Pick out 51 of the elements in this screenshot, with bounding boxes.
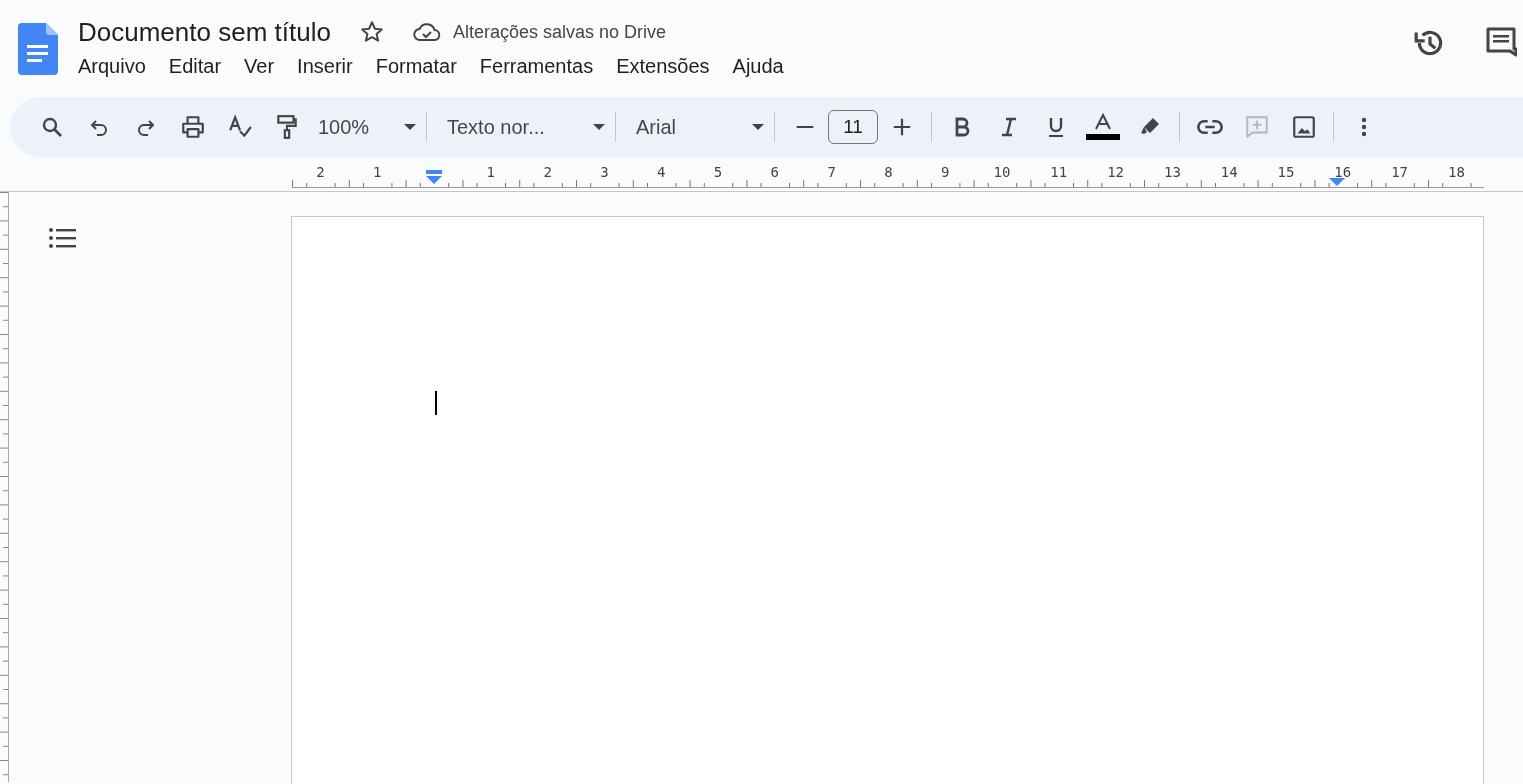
caret-icon — [593, 124, 605, 130]
ruler-number: 6 — [769, 164, 780, 180]
caret-icon — [752, 124, 764, 130]
ruler-number: 13 — [1162, 164, 1182, 180]
spellcheck-icon — [226, 114, 253, 140]
ruler-number: 10 — [992, 164, 1012, 180]
ruler-number: 5 — [712, 164, 724, 180]
comments-icon[interactable] — [1485, 26, 1517, 58]
menu-item[interactable]: Extensões — [605, 53, 722, 80]
caret-icon — [404, 124, 416, 130]
menu-item[interactable]: Ferramentas — [468, 53, 606, 80]
text-cursor — [435, 391, 437, 415]
minus-icon — [794, 125, 815, 129]
font-dropdown[interactable]: Arial — [628, 107, 768, 147]
save-status: Alterações salvas no Drive — [452, 21, 666, 43]
ruler-number: 18 — [1446, 164, 1466, 180]
ruler-number: 8 — [883, 164, 894, 180]
ruler-number: 1 — [371, 164, 383, 180]
ruler-number: 7 — [826, 164, 837, 180]
ruler-number: 2 — [315, 164, 326, 180]
ruler-number: 9 — [939, 164, 951, 180]
menu-item[interactable]: Editar — [157, 53, 234, 80]
star-icon[interactable] — [358, 19, 385, 45]
menu-item[interactable]: Ajuda — [721, 53, 796, 80]
ruler-number: 15 — [1276, 164, 1296, 180]
image-icon — [1290, 114, 1317, 140]
menu-item[interactable]: Ver — [233, 53, 287, 80]
menu-item[interactable]: Inserir — [286, 53, 365, 80]
ruler-number: 3 — [599, 164, 610, 180]
ruler-number: 2 — [542, 164, 553, 180]
printer-icon — [179, 114, 206, 140]
docs-logo-icon[interactable] — [18, 23, 58, 75]
ruler-number: 11 — [1049, 164, 1069, 180]
ruler-number: 17 — [1390, 164, 1409, 180]
ruler-number: 14 — [1219, 164, 1239, 180]
menu-item[interactable]: Formatar — [364, 53, 469, 80]
ruler-number: 1 — [485, 164, 496, 180]
indent-marker-icon[interactable] — [425, 170, 443, 184]
add-comment-icon — [1243, 114, 1270, 140]
outline-icon[interactable] — [48, 226, 76, 250]
cloud-check-icon[interactable] — [412, 22, 441, 42]
zoom-dropdown[interactable]: 100% — [310, 107, 420, 147]
more-icon — [1360, 115, 1367, 139]
ruler-number: 4 — [655, 164, 667, 180]
ruler-number: 12 — [1106, 164, 1125, 180]
menu-item[interactable]: Arquivo — [67, 53, 158, 80]
document-title[interactable]: Documento sem título — [78, 16, 331, 48]
paragraph-style-dropdown[interactable]: Texto nor... — [439, 107, 609, 147]
font-size-field[interactable]: 11 — [828, 110, 878, 144]
text-color-icon — [1085, 112, 1120, 142]
ruler-number: 16 — [1333, 164, 1353, 180]
